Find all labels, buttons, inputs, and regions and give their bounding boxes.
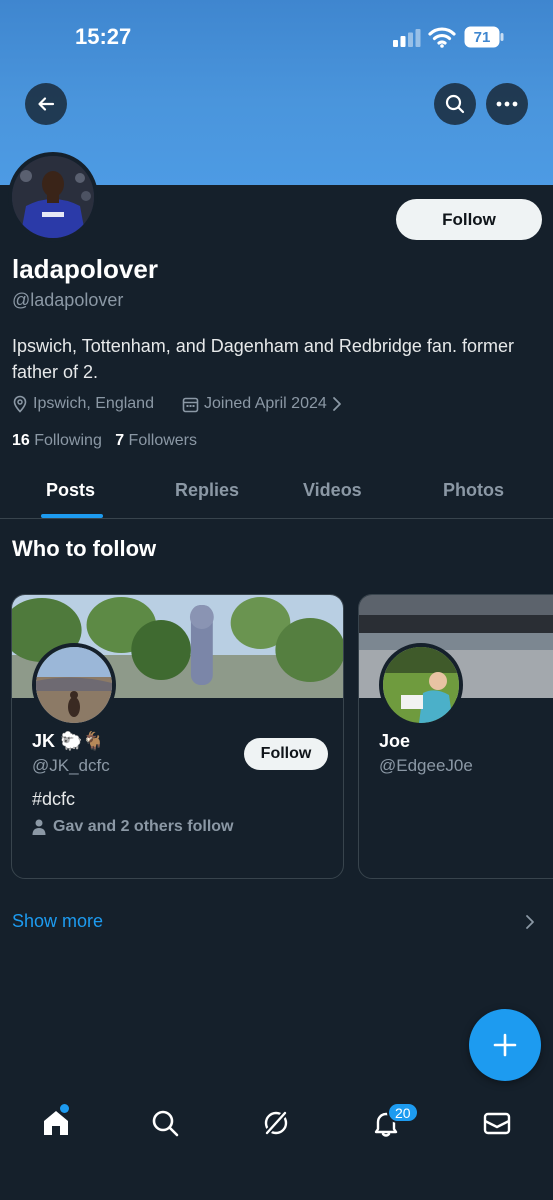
suggested-user-bio: #dcfc	[32, 789, 76, 809]
cellular-signal-icon	[393, 29, 421, 47]
search-icon	[445, 94, 465, 114]
followers-label: Followers	[128, 432, 198, 449]
followers-link[interactable]: 7 Followers	[115, 432, 197, 449]
joined-text: Joined April 2024	[204, 395, 327, 412]
search-button[interactable]	[434, 83, 476, 125]
tab-posts[interactable]: Posts	[46, 480, 95, 501]
suggested-user-handle: @EdgeeJ0e	[379, 756, 473, 775]
profile-handle: @ladapolover	[12, 290, 124, 310]
following-label: Following	[34, 432, 102, 449]
location-text: Ipswich, England	[33, 395, 154, 412]
suggested-user-avatar[interactable]	[32, 643, 116, 727]
chevron-right-icon	[332, 397, 341, 411]
back-button[interactable]	[25, 83, 67, 125]
who-to-follow-title: Who to follow	[12, 536, 157, 561]
profile-joined[interactable]: Joined April 2024	[182, 395, 342, 413]
battery-icon: 71	[464, 26, 504, 48]
suggested-user-name: JK 🐑🐐	[32, 731, 105, 751]
tab-photos[interactable]: Photos	[443, 480, 504, 501]
nav-grok[interactable]	[259, 1106, 293, 1140]
following-count: 16	[12, 432, 30, 449]
follow-button[interactable]: Follow	[396, 199, 542, 240]
suggested-user-name: Joe	[379, 731, 411, 751]
nav-explore[interactable]	[148, 1106, 182, 1140]
active-tab-indicator	[41, 514, 103, 518]
suggested-user-card[interactable]: JK 🐑🐐 @JK_dcfc #dcfc Gav and 2 others fo…	[11, 594, 344, 879]
social-context-text: Gav and 2 others follow	[53, 818, 234, 835]
notifications-badge: 20	[387, 1102, 419, 1123]
compose-post-button[interactable]	[469, 1009, 541, 1081]
profile-tabs: Posts Replies Videos Photos	[0, 466, 553, 519]
profile-avatar[interactable]	[8, 152, 98, 242]
tab-videos[interactable]: Videos	[303, 480, 362, 501]
followers-count: 7	[115, 432, 125, 449]
profile-location: Ipswich, England	[12, 395, 154, 413]
suggested-user-handle: @JK_dcfc	[32, 756, 110, 775]
suggested-user-social-context: Gav and 2 others follow	[32, 818, 233, 836]
tab-replies[interactable]: Replies	[175, 480, 239, 501]
show-more-link[interactable]: Show more	[12, 911, 103, 932]
calendar-icon	[182, 397, 199, 412]
search-icon	[152, 1110, 179, 1137]
more-options-button[interactable]	[486, 83, 528, 125]
location-pin-icon	[13, 395, 27, 413]
profile-bio: Ipswich, Tottenham, and Dagenham and Red…	[12, 336, 514, 382]
grok-icon	[263, 1109, 289, 1137]
person-icon	[32, 819, 46, 835]
suggested-user-card[interactable]: Joe @EdgeeJ0e	[358, 594, 553, 879]
wifi-icon	[428, 27, 456, 48]
status-time: 15:27	[75, 24, 132, 49]
profile-stats: 16 Following 7 Followers	[12, 432, 197, 450]
mail-icon	[483, 1112, 511, 1135]
suggested-user-avatar[interactable]	[379, 643, 463, 727]
chevron-right-icon	[526, 915, 534, 929]
nav-messages[interactable]	[480, 1106, 514, 1140]
display-name: ladapolover	[12, 254, 158, 284]
suggested-user-follow-button[interactable]: Follow	[244, 738, 328, 770]
following-link[interactable]: 16 Following	[12, 432, 102, 449]
more-horizontal-icon	[496, 101, 518, 107]
arrow-left-icon	[38, 97, 55, 111]
home-unread-dot	[60, 1104, 69, 1113]
battery-level: 71	[473, 28, 491, 46]
plus-icon	[493, 1033, 517, 1057]
